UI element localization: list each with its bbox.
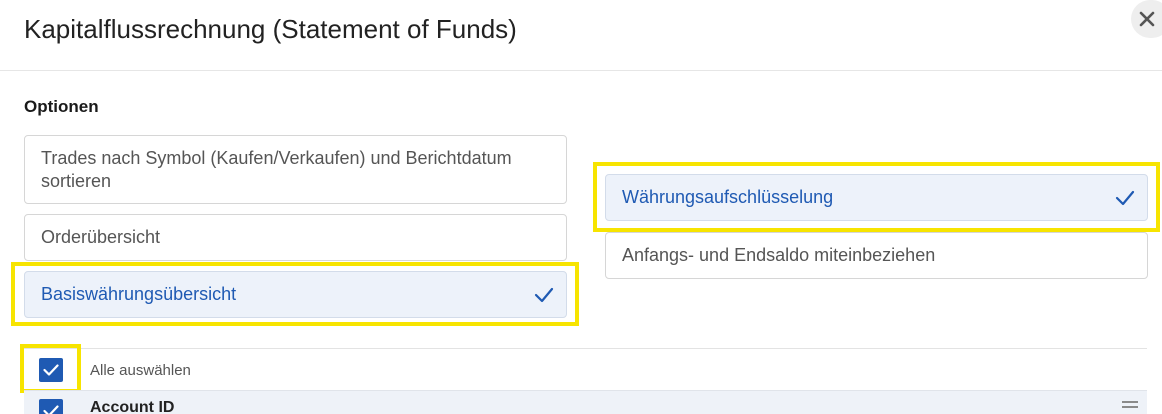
option-label: Basiswährungsübersicht xyxy=(41,284,237,304)
field-label-account-id: Account ID xyxy=(90,399,175,414)
drag-handle-icon[interactable] xyxy=(1122,401,1138,413)
option-label: Währungsaufschlüsselung xyxy=(622,187,834,207)
option-order-summary[interactable]: Orderübersicht xyxy=(24,214,567,261)
checkmark-icon xyxy=(1115,190,1135,205)
select-all-label: Alle auswählen xyxy=(90,362,191,379)
select-all-checkbox[interactable] xyxy=(39,358,63,382)
option-label: Trades nach Symbol (Kaufen/Verkaufen) un… xyxy=(41,147,512,191)
close-icon xyxy=(1139,11,1155,27)
divider xyxy=(24,348,1147,349)
field-row xyxy=(24,390,1147,414)
statement-of-funds-dialog: Kapitalflussrechnung (Statement of Funds… xyxy=(0,0,1162,414)
option-sort-trades[interactable]: Trades nach Symbol (Kaufen/Verkaufen) un… xyxy=(24,135,567,204)
dialog-header: Kapitalflussrechnung (Statement of Funds… xyxy=(0,0,1162,71)
field-checkbox-account-id[interactable] xyxy=(39,399,63,414)
options-heading: Optionen xyxy=(24,97,99,116)
option-label: Anfangs- und Endsaldo miteinbeziehen xyxy=(622,245,936,265)
option-base-currency-summary[interactable]: Basiswährungsübersicht xyxy=(24,271,567,318)
option-currency-breakdown[interactable]: Währungsaufschlüsselung xyxy=(605,174,1148,221)
checkmark-icon xyxy=(534,287,554,302)
option-label: Orderübersicht xyxy=(41,227,161,247)
checkmark-icon xyxy=(43,405,59,414)
dialog-title: Kapitalflussrechnung (Statement of Funds… xyxy=(24,14,517,44)
option-include-opening-closing-balance[interactable]: Anfangs- und Endsaldo miteinbeziehen xyxy=(605,232,1148,279)
close-button[interactable] xyxy=(1131,0,1162,38)
checkmark-icon xyxy=(43,364,59,376)
